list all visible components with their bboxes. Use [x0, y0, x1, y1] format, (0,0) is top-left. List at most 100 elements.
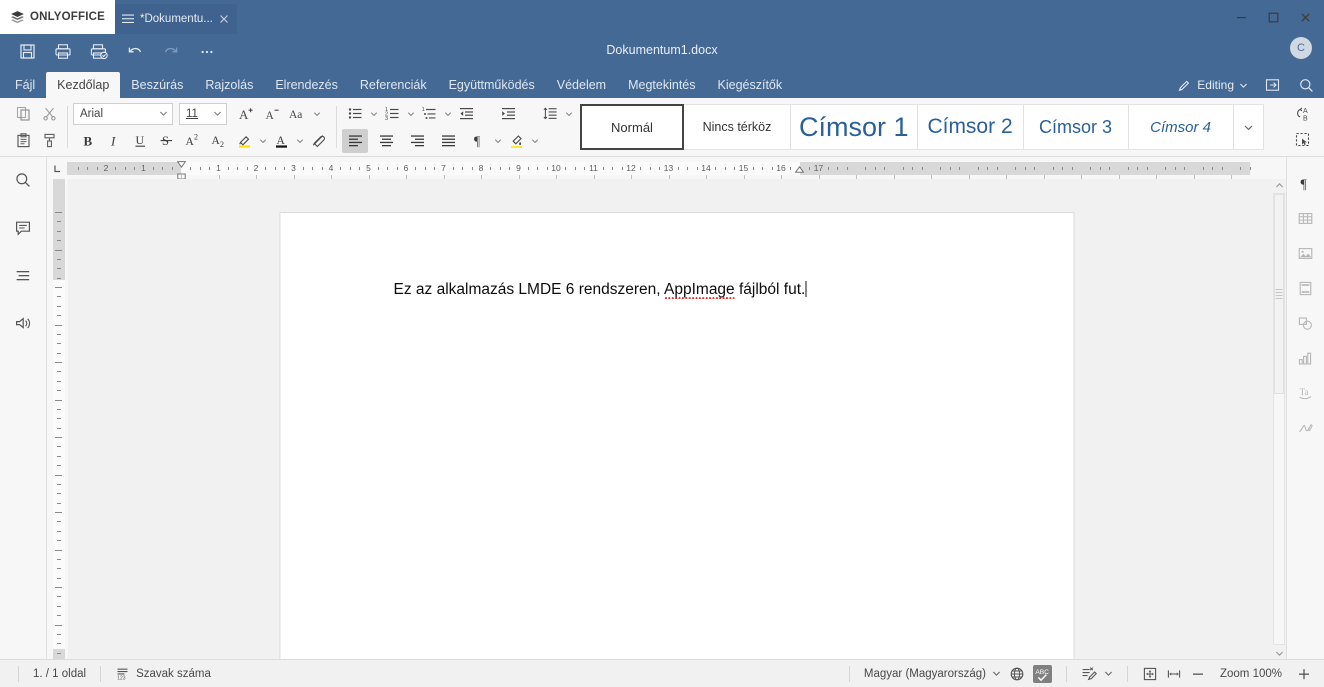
- document-page[interactable]: Ez az alkalmazás LMDE 6 rendszeren, AppI…: [279, 212, 1075, 659]
- menu-tab-view[interactable]: Megtekintés: [617, 72, 706, 98]
- decrease-indent-button[interactable]: [453, 102, 479, 126]
- font-name-select[interactable]: Arial: [73, 102, 173, 125]
- document-tab[interactable]: *Dokumentu...: [115, 4, 237, 34]
- style-gallery-expand-button[interactable]: [1233, 104, 1264, 150]
- clear-formatting-button[interactable]: [305, 129, 331, 153]
- image-settings-button[interactable]: [1291, 239, 1321, 267]
- paragraph-marks-button[interactable]: ¶: [466, 129, 492, 153]
- style-no-spacing[interactable]: Nincs térköz: [684, 104, 791, 150]
- bold-button[interactable]: B: [75, 129, 101, 153]
- menu-tab-references[interactable]: Referenciák: [349, 72, 438, 98]
- sidebar-item-comments[interactable]: [7, 213, 39, 243]
- style-heading-3[interactable]: Címsor 3: [1023, 104, 1129, 150]
- select-all-button[interactable]: [1290, 127, 1316, 153]
- sidebar-item-headings[interactable]: [7, 261, 39, 291]
- user-avatar[interactable]: C: [1290, 37, 1312, 59]
- vertical-scrollbar[interactable]: [1272, 179, 1286, 659]
- shape-settings-button[interactable]: [1291, 309, 1321, 337]
- quick-print-button[interactable]: [82, 37, 116, 65]
- scroll-down-button[interactable]: [1273, 647, 1285, 659]
- set-document-language-button[interactable]: [1005, 663, 1029, 685]
- numbered-list-caret[interactable]: [405, 102, 416, 126]
- menu-tab-draw[interactable]: Rajzolás: [194, 72, 264, 98]
- redo-button[interactable]: [154, 37, 188, 65]
- highlight-color-button[interactable]: [231, 129, 257, 153]
- spell-check-button[interactable]: ABC: [1029, 663, 1056, 685]
- increase-font-size-button[interactable]: A: [233, 102, 259, 126]
- menu-tab-home[interactable]: Kezdőlap: [46, 72, 121, 98]
- justify-button[interactable]: [435, 129, 461, 153]
- line-spacing-button[interactable]: [537, 102, 563, 126]
- multilevel-list-caret[interactable]: [442, 102, 453, 126]
- increase-indent-button[interactable]: [495, 102, 521, 126]
- menu-tab-file[interactable]: Fájl: [4, 72, 46, 98]
- document-canvas[interactable]: Ez az alkalmazás LMDE 6 rendszeren, AppI…: [68, 179, 1286, 659]
- chart-settings-button[interactable]: [1291, 344, 1321, 372]
- word-count-button[interactable]: 123 Szavak száma: [111, 663, 215, 685]
- maximize-button[interactable]: [1260, 6, 1286, 28]
- line-spacing-caret[interactable]: [563, 102, 574, 126]
- highlight-color-caret[interactable]: [257, 129, 268, 153]
- zoom-out-button[interactable]: [1186, 663, 1210, 685]
- scrollbar-track[interactable]: [1273, 193, 1285, 645]
- save-button[interactable]: [10, 37, 44, 65]
- fit-page-button[interactable]: [1138, 663, 1162, 685]
- track-changes-button[interactable]: [1077, 663, 1117, 685]
- superscript-button[interactable]: A 2: [179, 129, 205, 153]
- first-line-indent-marker[interactable]: [176, 160, 186, 168]
- page-indicator[interactable]: 1. / 1 oldal: [29, 663, 90, 685]
- zoom-level-button[interactable]: Zoom 100%: [1210, 663, 1292, 685]
- multilevel-list-button[interactable]: 1: [416, 102, 442, 126]
- table-settings-button[interactable]: [1291, 204, 1321, 232]
- close-button[interactable]: [1292, 6, 1318, 28]
- font-size-select[interactable]: 11: [179, 102, 227, 125]
- signature-settings-button[interactable]: [1291, 414, 1321, 442]
- italic-button[interactable]: I: [101, 129, 127, 153]
- align-right-button[interactable]: [404, 129, 430, 153]
- tab-close-icon[interactable]: [218, 13, 230, 25]
- bullet-list-button[interactable]: [342, 102, 368, 126]
- menu-tab-insert[interactable]: Beszúrás: [120, 72, 194, 98]
- tab-stop-selector[interactable]: [47, 164, 67, 173]
- menu-tab-layout[interactable]: Elrendezés: [264, 72, 349, 98]
- scrollbar-thumb[interactable]: [1274, 194, 1284, 394]
- format-painter-button[interactable]: [36, 129, 62, 153]
- right-indent-marker[interactable]: [795, 165, 805, 173]
- menu-tab-plugins[interactable]: Kiegészítők: [707, 72, 794, 98]
- menu-tab-protection[interactable]: Védelem: [546, 72, 617, 98]
- shading-button[interactable]: [503, 129, 529, 153]
- print-button[interactable]: [46, 37, 80, 65]
- cut-button[interactable]: [36, 102, 62, 126]
- underline-button[interactable]: U: [127, 129, 153, 153]
- change-case-button[interactable]: Aa: [285, 102, 311, 126]
- search-button[interactable]: [1296, 75, 1316, 95]
- paste-button[interactable]: [10, 129, 36, 153]
- horizontal-ruler[interactable]: 2 1 1 2 3 4 5 6 7 8 9 10 11 12 13 14 15 16 17: [67, 160, 1251, 181]
- paragraph-marks-caret[interactable]: [492, 129, 503, 153]
- misspelled-word[interactable]: AppImage: [664, 281, 735, 299]
- style-heading-2[interactable]: Címsor 2: [917, 104, 1024, 150]
- zoom-in-button[interactable]: [1292, 663, 1316, 685]
- minimize-button[interactable]: [1228, 6, 1254, 28]
- open-file-location-button[interactable]: [1262, 75, 1282, 95]
- undo-button[interactable]: [118, 37, 152, 65]
- numbered-list-button[interactable]: 1 2 3: [379, 102, 405, 126]
- menu-tab-collaboration[interactable]: Együttműködés: [438, 72, 546, 98]
- replace-text-button[interactable]: A B: [1290, 101, 1316, 127]
- change-case-caret[interactable]: [311, 102, 322, 126]
- copy-button[interactable]: [10, 102, 36, 126]
- editing-mode-button[interactable]: Editing: [1177, 78, 1248, 93]
- language-selector[interactable]: Magyar (Magyarország): [860, 663, 1005, 685]
- subscript-button[interactable]: A 2: [205, 129, 231, 153]
- style-heading-4[interactable]: Címsor 4: [1128, 104, 1234, 150]
- vertical-ruler[interactable]: [47, 179, 68, 659]
- more-options-button[interactable]: [190, 37, 224, 65]
- sidebar-item-search[interactable]: [7, 165, 39, 195]
- scroll-up-button[interactable]: [1273, 179, 1285, 191]
- sidebar-item-text-to-speech[interactable]: [7, 309, 39, 339]
- strikethrough-button[interactable]: S: [153, 129, 179, 153]
- style-normal[interactable]: Normál: [580, 104, 684, 150]
- paragraph-settings-button[interactable]: ¶: [1291, 169, 1321, 197]
- align-left-button[interactable]: [342, 128, 368, 153]
- header-footer-settings-button[interactable]: [1291, 274, 1321, 302]
